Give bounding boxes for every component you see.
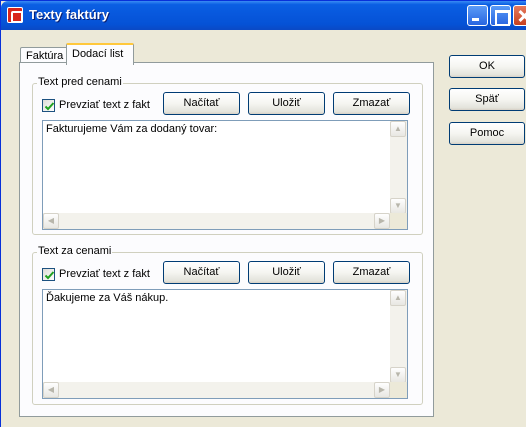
app-icon (7, 7, 23, 23)
load-button[interactable]: Načítať (163, 92, 240, 115)
text-before-prices-textarea[interactable]: Fakturujeme Vám za dodaný tovar: ▲ ▼ ◀ ▶ (42, 120, 408, 230)
group-label: Text pred cenami (37, 76, 123, 88)
textarea-content: Ďakujeme za Váš nákup. (46, 292, 169, 304)
scrollbar-corner (390, 382, 407, 398)
save-button[interactable]: Uložiť (248, 92, 325, 115)
vertical-scrollbar[interactable]: ▲ ▼ (390, 290, 407, 383)
horizontal-scrollbar[interactable]: ◀ ▶ (43, 382, 390, 398)
vertical-scrollbar[interactable]: ▲ ▼ (390, 121, 407, 214)
checkmark-icon (44, 102, 55, 111)
tab-dodaci-list[interactable]: Dodací list (66, 43, 134, 65)
back-button[interactable]: Späť (449, 88, 525, 111)
minimize-icon[interactable] (467, 5, 488, 26)
scroll-down-icon[interactable]: ▼ (390, 198, 406, 214)
window-title: Texty faktúry (29, 7, 109, 22)
checkmark-icon (44, 271, 55, 280)
group-text-pred-cenami: Text pred cenami Prevziať text z faktúry… (32, 76, 423, 235)
horizontal-scrollbar[interactable]: ◀ ▶ (43, 213, 390, 229)
take-text-checkbox[interactable]: Prevziať text z faktúry (42, 98, 150, 114)
dialog-window: Texty faktúry Faktúra Dodací list Text p… (0, 0, 526, 427)
scroll-down-icon[interactable]: ▼ (390, 367, 406, 383)
close-icon[interactable] (513, 5, 526, 26)
checkbox-box[interactable] (42, 99, 55, 112)
load-button[interactable]: Načítať (163, 261, 240, 284)
textarea-content: Fakturujeme Vám za dodaný tovar: (46, 123, 218, 135)
title-bar[interactable]: Texty faktúry (1, 1, 526, 30)
checkbox-box[interactable] (42, 268, 55, 281)
scroll-left-icon[interactable]: ◀ (43, 213, 59, 229)
help-button[interactable]: Pomoc (449, 122, 525, 145)
scroll-up-icon[interactable]: ▲ (390, 290, 406, 306)
clear-button[interactable]: Zmazať (333, 92, 410, 115)
scroll-right-icon[interactable]: ▶ (374, 382, 390, 398)
text-after-prices-textarea[interactable]: Ďakujeme za Váš nákup. ▲ ▼ ◀ ▶ (42, 289, 408, 399)
ok-button[interactable]: OK (449, 55, 525, 78)
scroll-up-icon[interactable]: ▲ (390, 121, 406, 137)
scrollbar-corner (390, 213, 407, 229)
clear-button[interactable]: Zmazať (333, 261, 410, 284)
tab-panel: Text pred cenami Prevziať text z faktúry… (19, 62, 434, 417)
group-text-za-cenami: Text za cenami Prevziať text z faktúry N… (32, 245, 423, 405)
scroll-left-icon[interactable]: ◀ (43, 382, 59, 398)
save-button[interactable]: Uložiť (248, 261, 325, 284)
checkbox-label: Prevziať text z faktúry (59, 268, 150, 280)
take-text-checkbox[interactable]: Prevziať text z faktúry (42, 267, 150, 283)
group-label: Text za cenami (37, 245, 113, 257)
checkbox-label: Prevziať text z faktúry (59, 99, 150, 111)
scroll-right-icon[interactable]: ▶ (374, 213, 390, 229)
maximize-icon[interactable] (490, 5, 511, 26)
